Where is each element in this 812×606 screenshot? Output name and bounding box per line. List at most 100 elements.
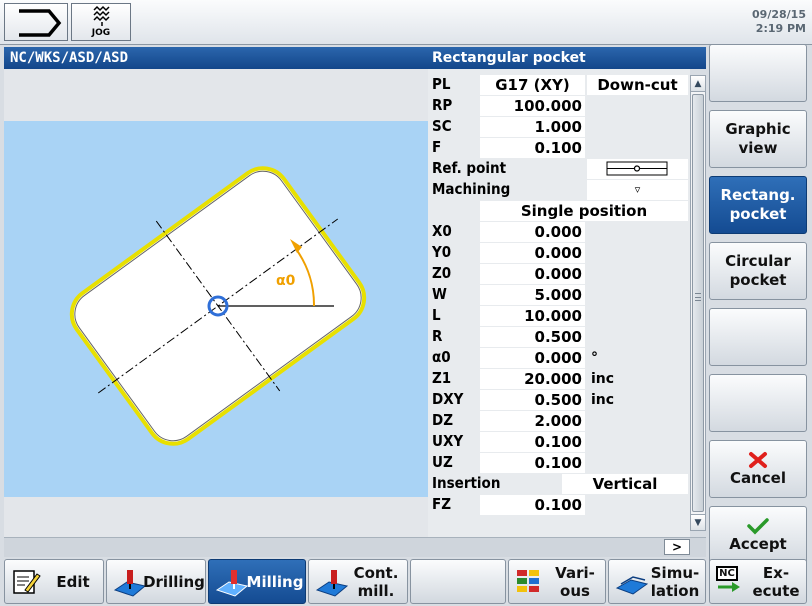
vsk-label: Circular pocket [725, 252, 791, 289]
param-row-pl: PL G17 (XY) Down-cut [428, 74, 690, 95]
param-row-dz: DZ 2.000 [428, 410, 690, 431]
z1-input[interactable]: 20.000 [480, 369, 585, 389]
hsk-empty[interactable] [410, 559, 506, 604]
vsk-6[interactable] [709, 374, 807, 432]
milling-direction-select[interactable]: Down-cut [587, 75, 688, 95]
sc-input[interactable]: 1.000 [480, 117, 585, 137]
param-row-y0: Y0 0.000 [428, 242, 690, 263]
vsk-1[interactable] [709, 44, 807, 102]
param-label: UXY [432, 432, 464, 450]
param-label: X0 [432, 222, 452, 240]
param-label: DZ [432, 411, 453, 429]
cancel-x-icon [749, 451, 767, 468]
edit-softkey[interactable]: Edit [4, 559, 104, 604]
jog-mode-indicator[interactable]: JOG [71, 3, 131, 41]
rectangular-pocket-button[interactable]: Rectang. pocket [709, 176, 807, 234]
scroll-thumb[interactable] [692, 94, 704, 512]
param-label: UZ [432, 453, 453, 471]
nc-execute-icon: NC [716, 566, 742, 596]
param-label: Z1 [432, 369, 452, 387]
param-row-sc: SC 1.000 [428, 116, 690, 137]
param-row-r: R 0.500 [428, 326, 690, 347]
uz-input[interactable]: 0.100 [480, 453, 585, 473]
param-row-fz: FZ 0.100 [428, 494, 690, 515]
graphic-area-top [4, 69, 428, 121]
y0-input[interactable]: 0.000 [480, 243, 585, 263]
param-row-ref-point: Ref. point [428, 158, 690, 179]
drilling-icon [113, 570, 147, 597]
rp-input[interactable]: 100.000 [480, 96, 585, 116]
param-row-uz: UZ 0.100 [428, 452, 690, 473]
plane-select[interactable]: G17 (XY) [480, 75, 585, 95]
param-row-x0: X0 0.000 [428, 221, 690, 242]
param-label: Insertion [432, 474, 501, 492]
graphic-view-button[interactable]: Graphic view [709, 110, 807, 168]
time-text: 2:19 PM [755, 22, 806, 35]
param-row-dxy: DXY 0.500 inc [428, 389, 690, 410]
param-label: DXY [432, 390, 464, 408]
hsk-label: Cont. mill. [353, 563, 399, 600]
contour-milling-softkey[interactable]: Cont. mill. [308, 559, 408, 604]
pocket-diagram: α0 [69, 166, 367, 446]
parameter-list: PL G17 (XY) Down-cut RP 100.000 SC 1.000… [428, 69, 690, 537]
w-input[interactable]: 5.000 [480, 285, 585, 305]
uxy-input[interactable]: 0.100 [480, 432, 585, 452]
param-row-insertion: Insertion Vertical [428, 473, 690, 494]
next-page-button[interactable]: > [664, 539, 690, 555]
fz-input[interactable]: 0.100 [480, 495, 585, 515]
param-label: SC [432, 117, 452, 135]
param-row-f: F 0.100 [428, 137, 690, 158]
pocket-help-graphic: α0 [4, 121, 428, 497]
accept-button[interactable]: Accept [709, 506, 807, 564]
hsk-label: Edit [56, 572, 90, 591]
param-row-z0: Z0 0.000 [428, 263, 690, 284]
param-unit[interactable]: inc [591, 390, 614, 410]
cancel-button[interactable]: Cancel [709, 440, 807, 498]
parameter-scrollbar[interactable]: ▲ ▼ [690, 75, 706, 531]
hsk-label: Milling [246, 572, 304, 591]
f-input[interactable]: 0.100 [480, 138, 585, 158]
program-path: NC/WKS/ASD/ASD [4, 47, 428, 69]
param-label: Z0 [432, 264, 452, 282]
param-row-position-mode: Single position [428, 200, 690, 221]
simulation-softkey[interactable]: Simu- lation [608, 559, 706, 604]
a0-input[interactable]: 0.000 [480, 348, 585, 368]
vsk-5[interactable] [709, 308, 807, 366]
angle-label: α0 [276, 273, 296, 289]
simulation-icon [615, 576, 649, 595]
various-softkey[interactable]: Vari- ous [508, 559, 606, 604]
position-mode-select[interactable]: Single position [480, 201, 688, 221]
menu-select-button[interactable] [4, 3, 68, 41]
hsk-label: Simu- lation [650, 563, 700, 600]
various-icon [517, 570, 539, 592]
jog-mode-label: JOG [91, 28, 111, 38]
scroll-up-icon[interactable]: ▲ [691, 76, 705, 92]
nc-icon-text: NC [716, 566, 738, 581]
scroll-down-icon[interactable]: ▼ [691, 514, 705, 530]
param-label: R [432, 327, 443, 345]
milling-softkey[interactable]: Milling [208, 559, 306, 604]
execute-softkey[interactable]: NC Ex- ecute [709, 559, 807, 604]
param-row-l: L 10.000 [428, 305, 690, 326]
param-row-a0: α0 0.000 ° [428, 347, 690, 368]
z0-input[interactable]: 0.000 [480, 264, 585, 284]
drilling-softkey[interactable]: Drilling [106, 559, 206, 604]
param-row-z1: Z1 20.000 inc [428, 368, 690, 389]
machining-select[interactable]: ▿ [587, 180, 688, 200]
vsk-label: Accept [729, 534, 787, 553]
ref-point-center-icon [606, 161, 668, 176]
date-text: 09/28/15 [752, 8, 806, 21]
dz-input[interactable]: 2.000 [480, 411, 585, 431]
param-label: Ref. point [432, 159, 507, 177]
l-input[interactable]: 10.000 [480, 306, 585, 326]
x0-input[interactable]: 0.000 [480, 222, 585, 242]
param-unit[interactable]: inc [591, 369, 614, 389]
dxy-input[interactable]: 0.500 [480, 390, 585, 410]
execute-arrow-icon [718, 582, 740, 592]
ref-point-select[interactable] [587, 159, 688, 179]
circular-pocket-button[interactable]: Circular pocket [709, 242, 807, 300]
top-bar: JOG 09/28/15 2:19 PM [0, 0, 812, 45]
r-input[interactable]: 0.500 [480, 327, 585, 347]
milling-icon [215, 570, 249, 597]
insertion-select[interactable]: Vertical [562, 474, 688, 494]
